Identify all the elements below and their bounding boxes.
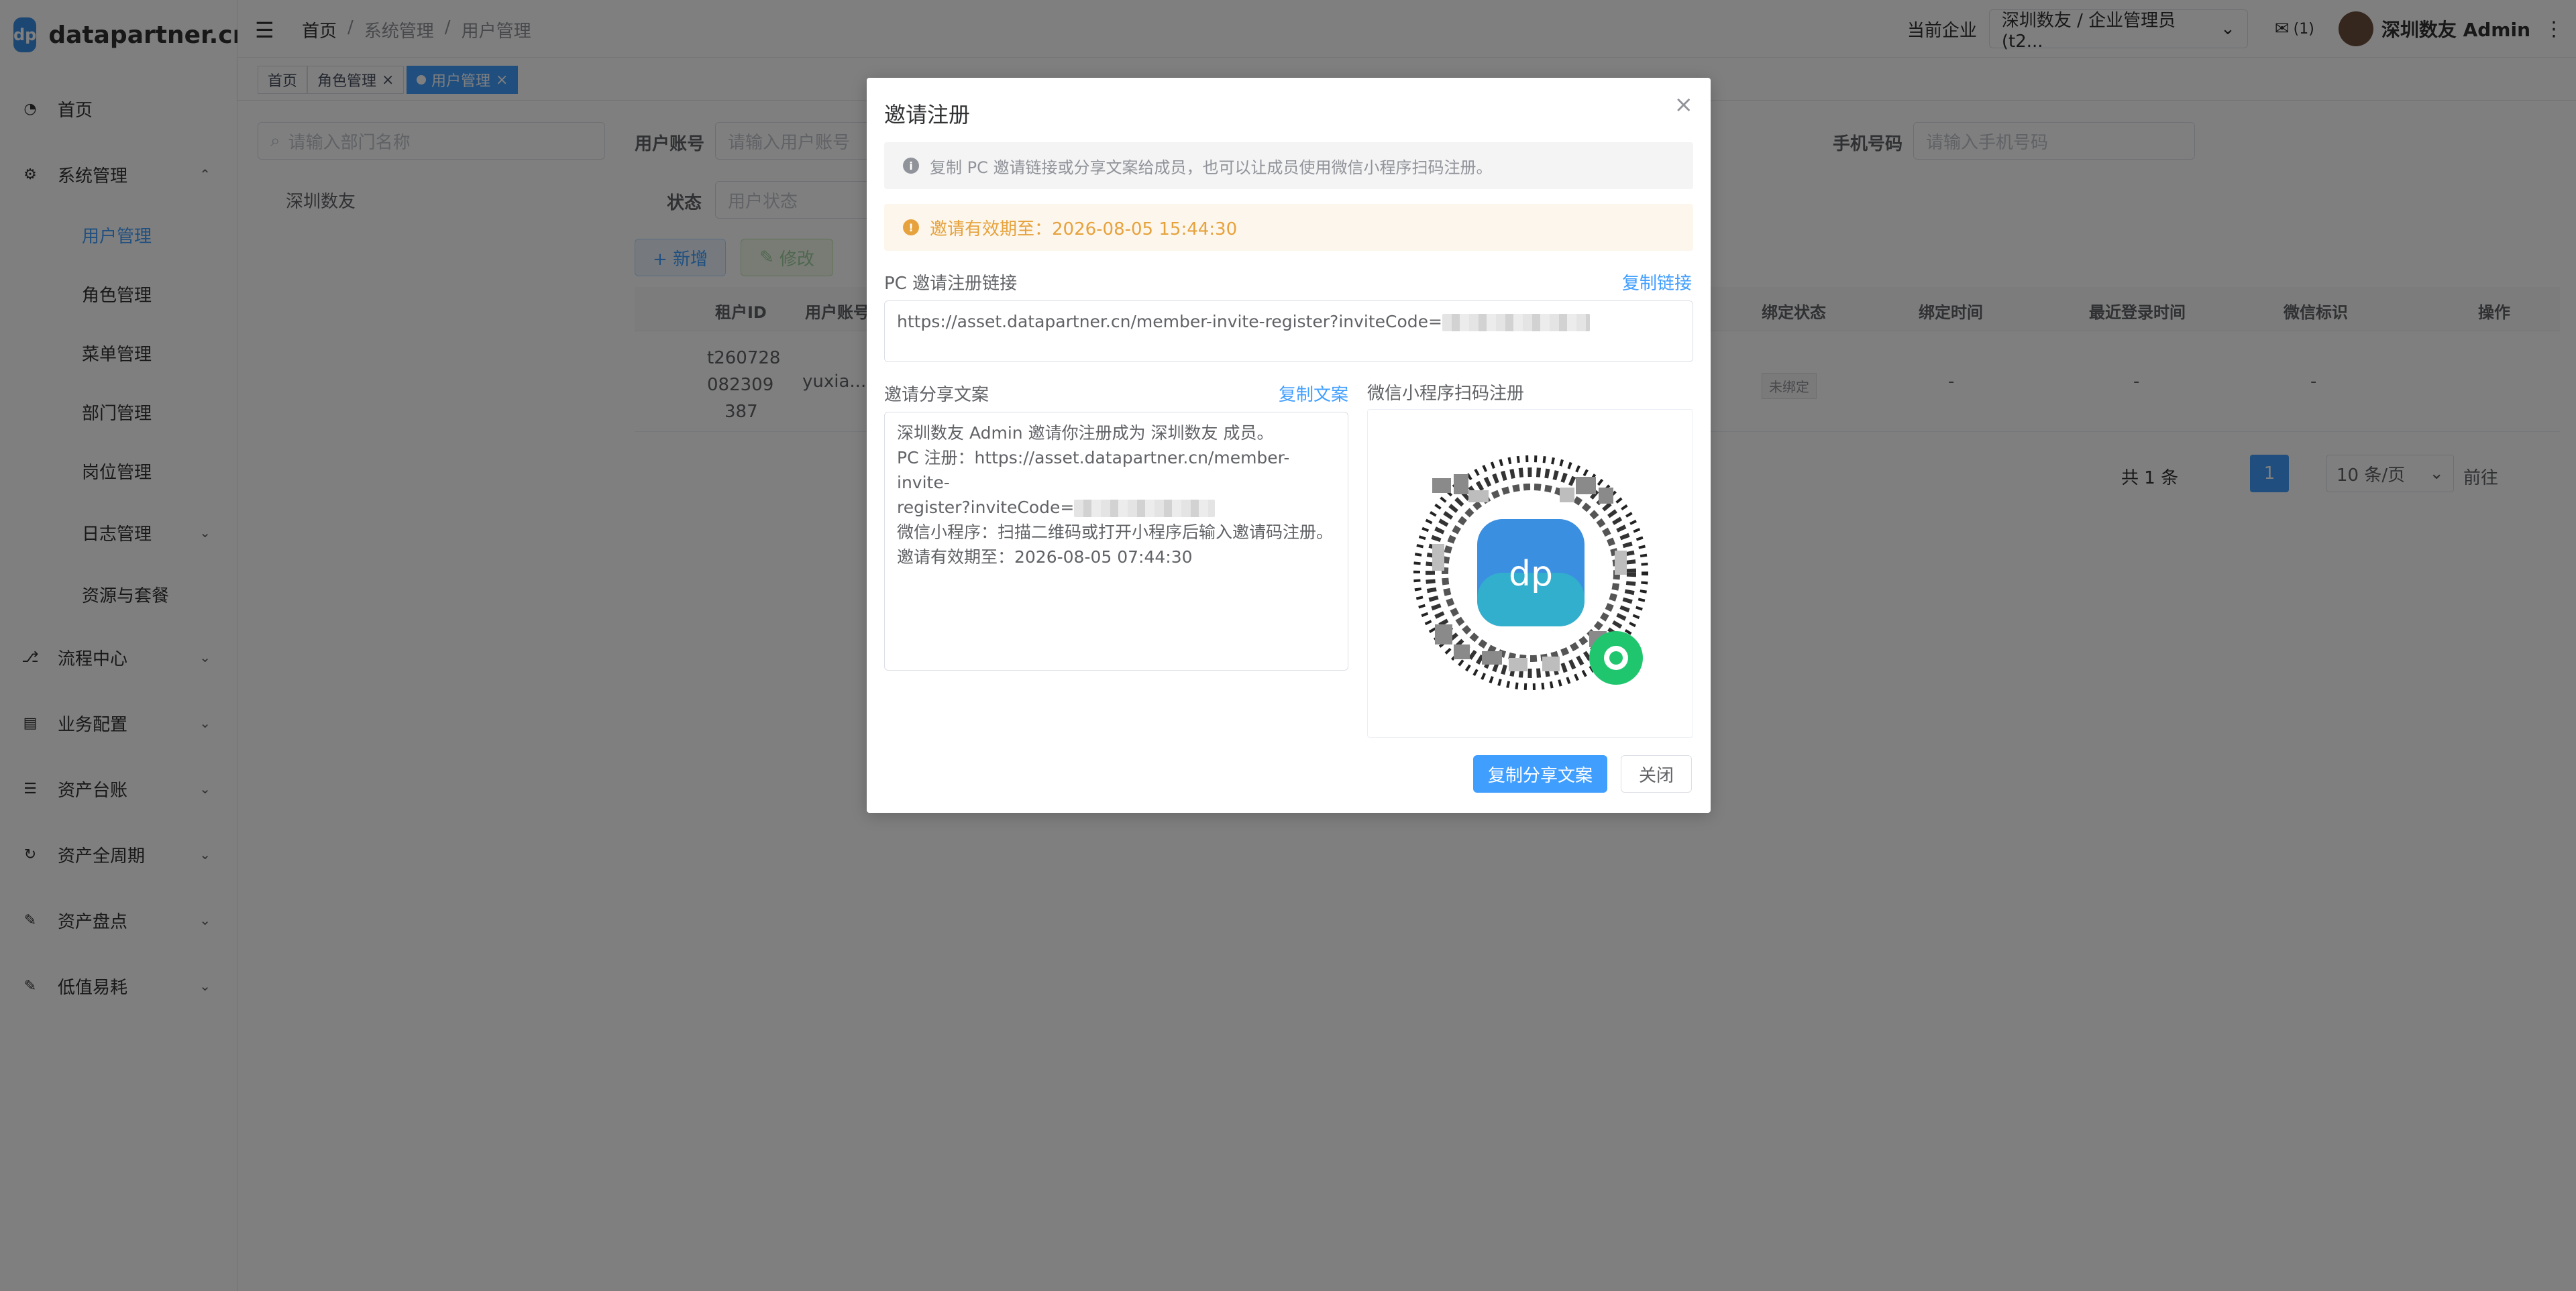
close-icon[interactable]: × xyxy=(1674,91,1694,118)
share-line: 深圳数友 Admin 邀请你注册成为 深圳数友 成员。 xyxy=(897,423,1274,443)
button-label: 关闭 xyxy=(1638,765,1674,786)
invite-register-dialog: 邀请注册 × i 复制 PC 邀请链接或分享文案给成员，也可以让成员使用微信小程… xyxy=(867,78,1711,813)
share-line: 微信小程序：扫描二维码或打开小程序后输入邀请码注册。 xyxy=(897,522,1334,542)
pc-link-label: PC 邀请注册链接 xyxy=(884,274,1018,294)
info-alert: i 复制 PC 邀请链接或分享文案给成员，也可以让成员使用微信小程序扫码注册。 xyxy=(884,142,1693,189)
share-line: register?inviteCode= xyxy=(897,495,1336,520)
copy-share-text-button[interactable]: 复制分享文案 xyxy=(1473,755,1607,793)
info-text: 复制 PC 邀请链接或分享文案给成员，也可以让成员使用微信小程序扫码注册。 xyxy=(930,158,1493,177)
share-text-label: 邀请分享文案 xyxy=(884,385,989,405)
close-button[interactable]: 关闭 xyxy=(1621,755,1692,793)
share-textarea[interactable]: 深圳数友 Admin 邀请你注册成为 深圳数友 成员。 PC 注册：https:… xyxy=(884,412,1348,671)
redacted-invite-code xyxy=(1074,500,1216,517)
miniprogram-label: 微信小程序扫码注册 xyxy=(1367,384,1525,404)
expiry-alert: ! 邀请有效期至：2026-08-05 15:44:30 xyxy=(884,204,1693,251)
expiry-text: 邀请有效期至：2026-08-05 15:44:30 xyxy=(930,219,1238,239)
pc-link-textarea[interactable]: https://asset.datapartner.cn/member-invi… xyxy=(884,300,1693,362)
redacted-invite-code xyxy=(1442,314,1590,331)
button-label: 复制分享文案 xyxy=(1487,765,1593,786)
warning-icon: ! xyxy=(903,219,919,235)
copy-text-button[interactable]: 复制文案 xyxy=(1279,381,1348,406)
miniprogram-qr-box: dp xyxy=(1367,409,1693,738)
dialog-title: 邀请注册 xyxy=(884,102,971,127)
copy-link-button[interactable]: 复制链接 xyxy=(1622,270,1692,294)
miniprogram-qr-code: dp xyxy=(1413,455,1648,690)
qr-center-logo-text: dp xyxy=(1509,554,1553,594)
share-line: PC 注册：https://asset.datapartner.cn/membe… xyxy=(897,448,1290,492)
info-icon: i xyxy=(903,158,919,174)
pc-link-text: https://asset.datapartner.cn/member-invi… xyxy=(897,312,1442,331)
share-line-text: register?inviteCode= xyxy=(897,498,1075,517)
share-line: 邀请有效期至：2026-08-05 07:44:30 xyxy=(897,547,1193,567)
